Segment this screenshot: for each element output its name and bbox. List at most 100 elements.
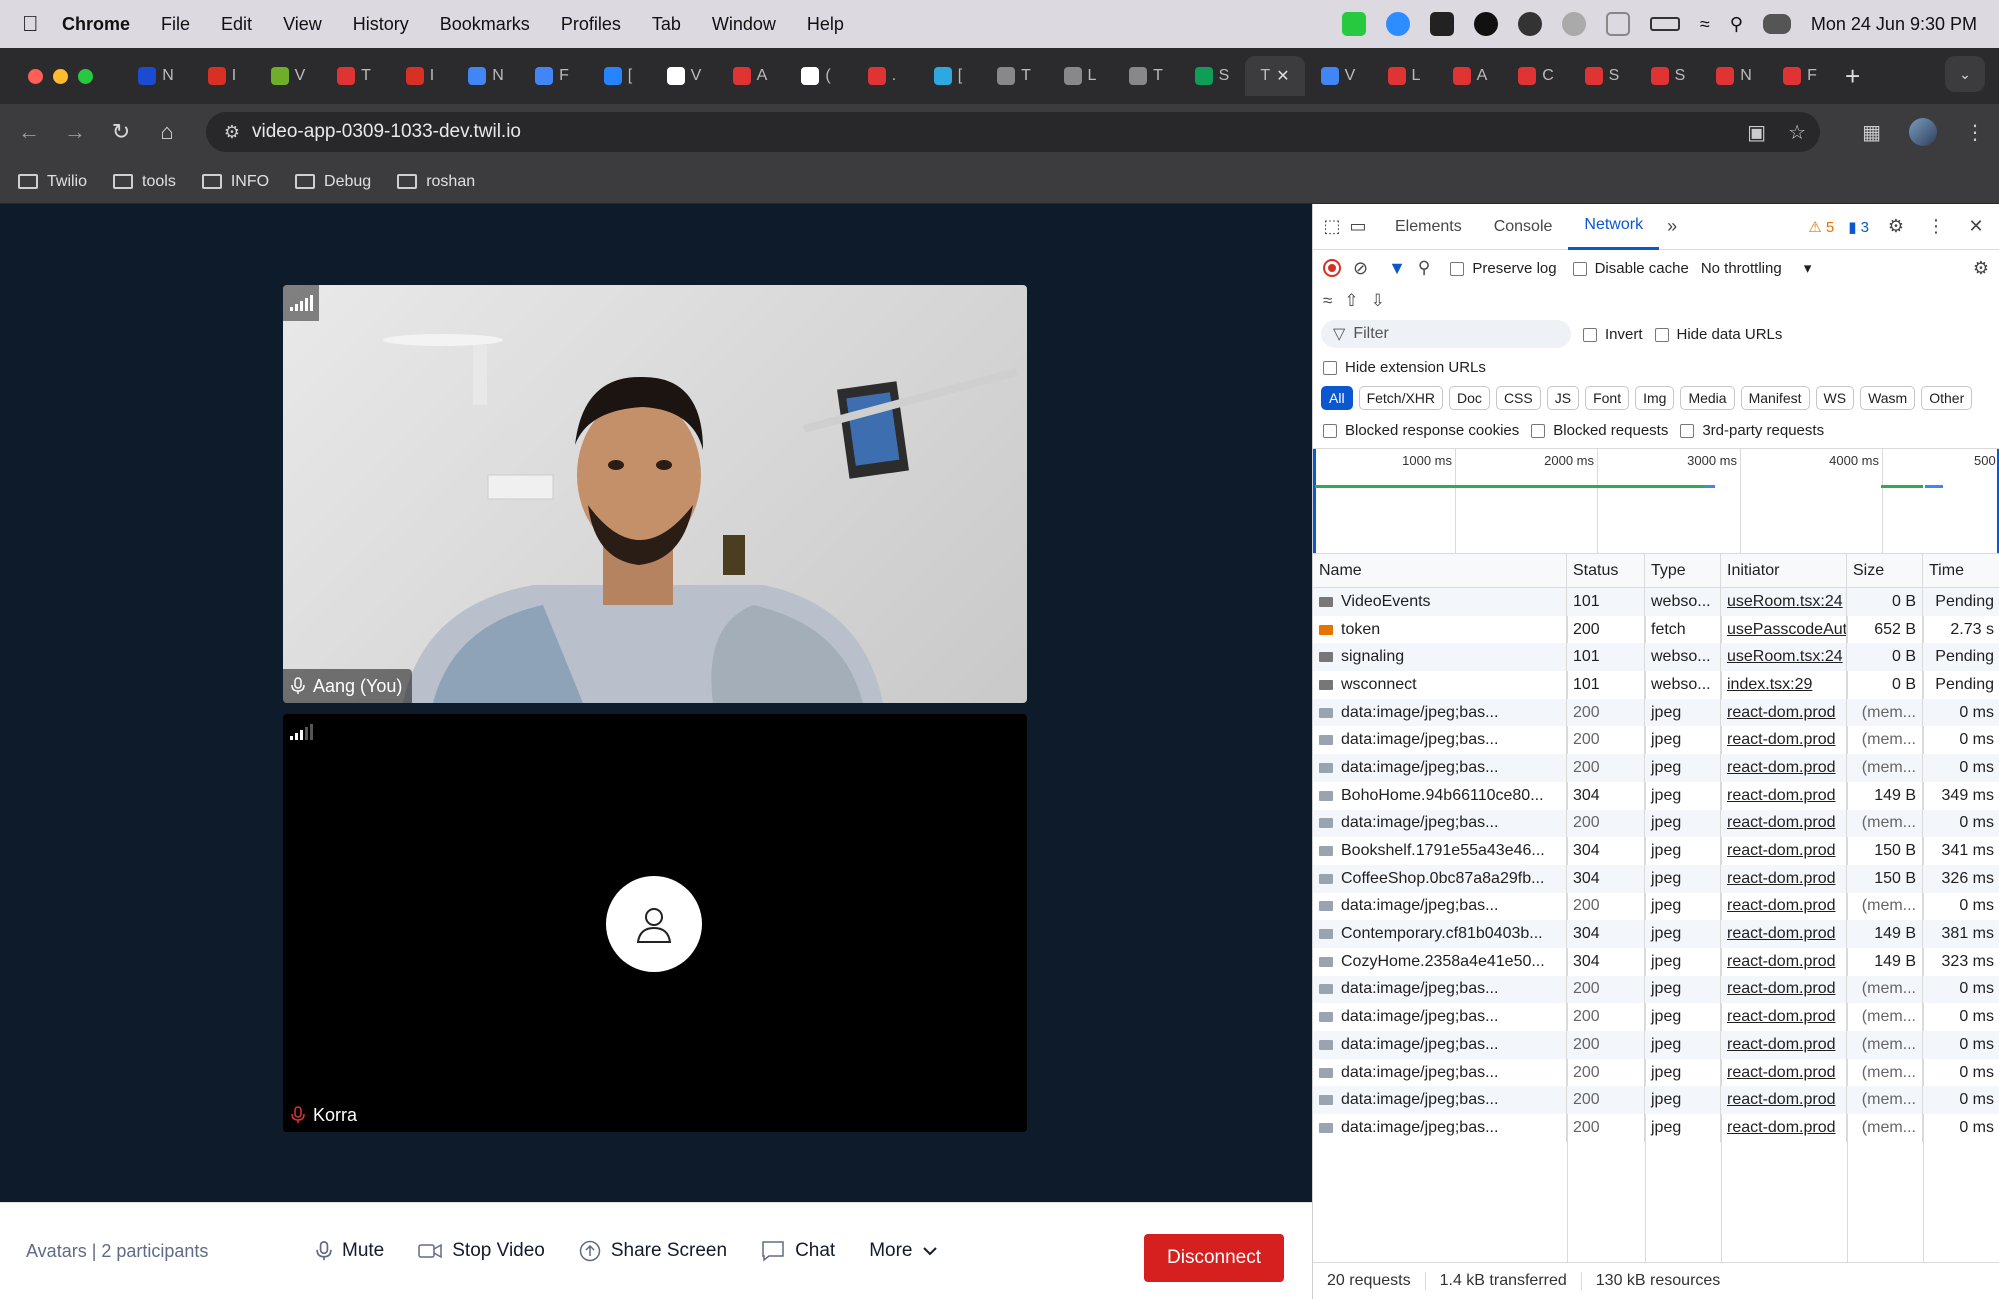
menu-history[interactable]: History (353, 14, 409, 35)
request-initiator-cell[interactable]: react-dom.prod (1721, 698, 1847, 727)
request-initiator-cell[interactable]: react-dom.prod (1721, 1031, 1847, 1059)
tab-after-0[interactable]: V (1305, 56, 1371, 96)
request-initiator-cell[interactable]: react-dom.prod (1721, 809, 1847, 838)
devtools-menu-icon[interactable]: ⋮ (1923, 216, 1949, 237)
request-initiator-cell[interactable]: useRoom.tsx:24 (1721, 588, 1847, 616)
messages-badge[interactable]: ▮ 3 (1848, 218, 1869, 236)
disconnect-button[interactable]: Disconnect (1144, 1234, 1284, 1282)
more-tabs-icon[interactable]: » (1659, 216, 1685, 237)
menu-help[interactable]: Help (807, 14, 844, 35)
column-header-initiator[interactable]: Initiator (1721, 554, 1847, 587)
new-tab-button[interactable]: + (1845, 61, 1860, 92)
camera-in-use-icon[interactable]: ▣ (1747, 120, 1766, 145)
participant-tile-remote[interactable]: Korra (283, 714, 1027, 1132)
minimize-window-button[interactable] (53, 68, 68, 84)
table-row[interactable]: data:image/jpeg;bas... 200 jpeg react-dom.p… (1313, 754, 1999, 782)
filter-chip-other[interactable]: Other (1921, 386, 1973, 410)
timeline-start-handle[interactable] (1313, 449, 1316, 553)
table-row[interactable]: Contemporary.cf81b0403b... 304 jpeg react-d… (1313, 920, 1999, 948)
tab-network[interactable]: Network (1568, 204, 1660, 250)
tab-15[interactable]: T (1113, 56, 1179, 96)
request-initiator-cell[interactable]: usePasscodeAut (1721, 615, 1847, 644)
search-icon[interactable]: ⚲ (1418, 258, 1430, 278)
record-icon[interactable] (1323, 259, 1341, 277)
menu-bookmarks[interactable]: Bookmarks (440, 14, 530, 35)
tab-12[interactable]: [ (915, 56, 981, 96)
preserve-log-checkbox[interactable]: Preserve log (1450, 260, 1557, 277)
tab-active[interactable]: T ✕ (1245, 56, 1305, 96)
network-conditions-icon[interactable]: ≈ (1323, 291, 1332, 311)
filter-input[interactable]: ▽ Filter (1321, 320, 1571, 348)
request-initiator-cell[interactable]: react-dom.prod (1721, 1003, 1847, 1031)
request-initiator-cell[interactable]: react-dom.prod (1721, 726, 1847, 755)
request-initiator-cell[interactable]: react-dom.prod (1721, 837, 1847, 865)
url-text[interactable]: video-app-0309-1033-dev.twil.io (252, 121, 521, 143)
filter-chip-media[interactable]: Media (1680, 386, 1735, 410)
hide-data-urls-checkbox[interactable]: Hide data URLs (1654, 326, 1782, 343)
column-header-name[interactable]: Name (1313, 554, 1567, 587)
request-initiator-cell[interactable]: react-dom.prod (1721, 947, 1847, 976)
clock[interactable]: Mon 24 Jun 9:30 PM (1811, 14, 1977, 35)
table-row[interactable]: Bookshelf.1791e55a43e46... 304 jpeg react-d… (1313, 837, 1999, 865)
filter-chip-css[interactable]: CSS (1495, 386, 1541, 410)
filter-chip-img[interactable]: Img (1635, 386, 1675, 410)
close-window-button[interactable] (28, 68, 43, 84)
table-row[interactable]: data:image/jpeg;bas... 200 jpeg react-dom.p… (1313, 1058, 1999, 1087)
forward-icon[interactable]: → (52, 119, 98, 145)
export-har-icon[interactable]: ⇩ (1371, 291, 1385, 311)
tab-11[interactable]: . (849, 56, 915, 96)
menu-edit[interactable]: Edit (221, 14, 252, 35)
bug-icon[interactable] (1517, 12, 1542, 36)
tab-14[interactable]: L (1047, 56, 1113, 96)
tab-after-4[interactable]: S (1569, 56, 1635, 96)
settings-gear-icon[interactable]: ⚙ (1883, 216, 1909, 237)
request-initiator-cell[interactable]: react-dom.prod (1721, 892, 1847, 921)
inspect-element-icon[interactable]: ⬚ (1319, 216, 1345, 237)
column-header-size[interactable]: Size (1847, 554, 1923, 587)
table-row[interactable]: data:image/jpeg;bas... 200 jpeg react-dom.p… (1313, 892, 1999, 921)
table-row[interactable]: CoffeeShop.0bc87a8a29fb... 304 jpeg react-d… (1313, 864, 1999, 893)
import-har-icon[interactable]: ⇧ (1344, 291, 1358, 311)
search-icon[interactable]: ⚲ (1730, 14, 1743, 35)
tab-1[interactable]: I (189, 56, 255, 96)
tab-2[interactable]: V (255, 56, 321, 96)
bookmark-roshan[interactable]: roshan (397, 173, 475, 191)
close-devtools-icon[interactable]: ✕ (1963, 216, 1989, 237)
clear-icon[interactable]: ⊘ (1353, 258, 1368, 279)
table-row[interactable]: signaling 101 webso... useRoom.tsx:24 0 B Pen… (1313, 643, 1999, 672)
facetime-icon[interactable] (1341, 12, 1366, 36)
stop-video-button[interactable]: Stop Video (418, 1240, 545, 1262)
tab-6[interactable]: F (519, 56, 585, 96)
blocked-requests-checkbox[interactable]: Blocked requests (1531, 422, 1668, 439)
request-initiator-cell[interactable]: react-dom.prod (1721, 1086, 1847, 1115)
tab-elements[interactable]: Elements (1379, 204, 1478, 250)
menu-file[interactable]: File (161, 14, 190, 35)
filter-chip-doc[interactable]: Doc (1449, 386, 1490, 410)
tab-5[interactable]: N (453, 56, 519, 96)
column-header-type[interactable]: Type (1645, 554, 1721, 587)
tab-9[interactable]: A (717, 56, 783, 96)
column-header-status[interactable]: Status (1567, 554, 1645, 587)
home-icon[interactable]: ⌂ (144, 119, 190, 145)
column-header-time[interactable]: Time (1923, 554, 1999, 587)
disable-cache-checkbox[interactable]: Disable cache (1572, 260, 1689, 277)
tab-13[interactable]: T (981, 56, 1047, 96)
filter-chip-manifest[interactable]: Manifest (1740, 386, 1810, 410)
chat-button[interactable]: Chat (761, 1240, 835, 1262)
table-row[interactable]: VideoEvents 101 webso... useRoom.tsx:24 0 B P… (1313, 588, 1999, 616)
site-info-icon[interactable]: ⚙ (212, 122, 252, 143)
table-row[interactable]: data:image/jpeg;bas... 200 jpeg react-dom.p… (1313, 975, 1999, 1004)
request-initiator-cell[interactable]: react-dom.prod (1721, 975, 1847, 1004)
back-icon[interactable]: ← (6, 119, 52, 145)
tab-4[interactable]: I (387, 56, 453, 96)
tab-search-button[interactable]: ⌄ (1945, 56, 1985, 92)
tab-after-3[interactable]: C (1503, 56, 1569, 96)
tab-0[interactable]: N (123, 56, 189, 96)
table-row[interactable]: token 200 fetch usePasscodeAut 652 B 2.73 s (1313, 615, 1999, 644)
throttling-select[interactable]: No throttling ▾ (1701, 259, 1812, 277)
blocked-response-cookies-checkbox[interactable]: Blocked response cookies (1323, 422, 1519, 439)
address-bar[interactable]: ⚙ video-app-0309-1033-dev.twil.io ▣ ☆ (206, 112, 1820, 152)
wifi-icon[interactable]: ≈ (1700, 14, 1710, 35)
more-button[interactable]: More (869, 1240, 937, 1262)
tab-7[interactable]: [ (585, 56, 651, 96)
